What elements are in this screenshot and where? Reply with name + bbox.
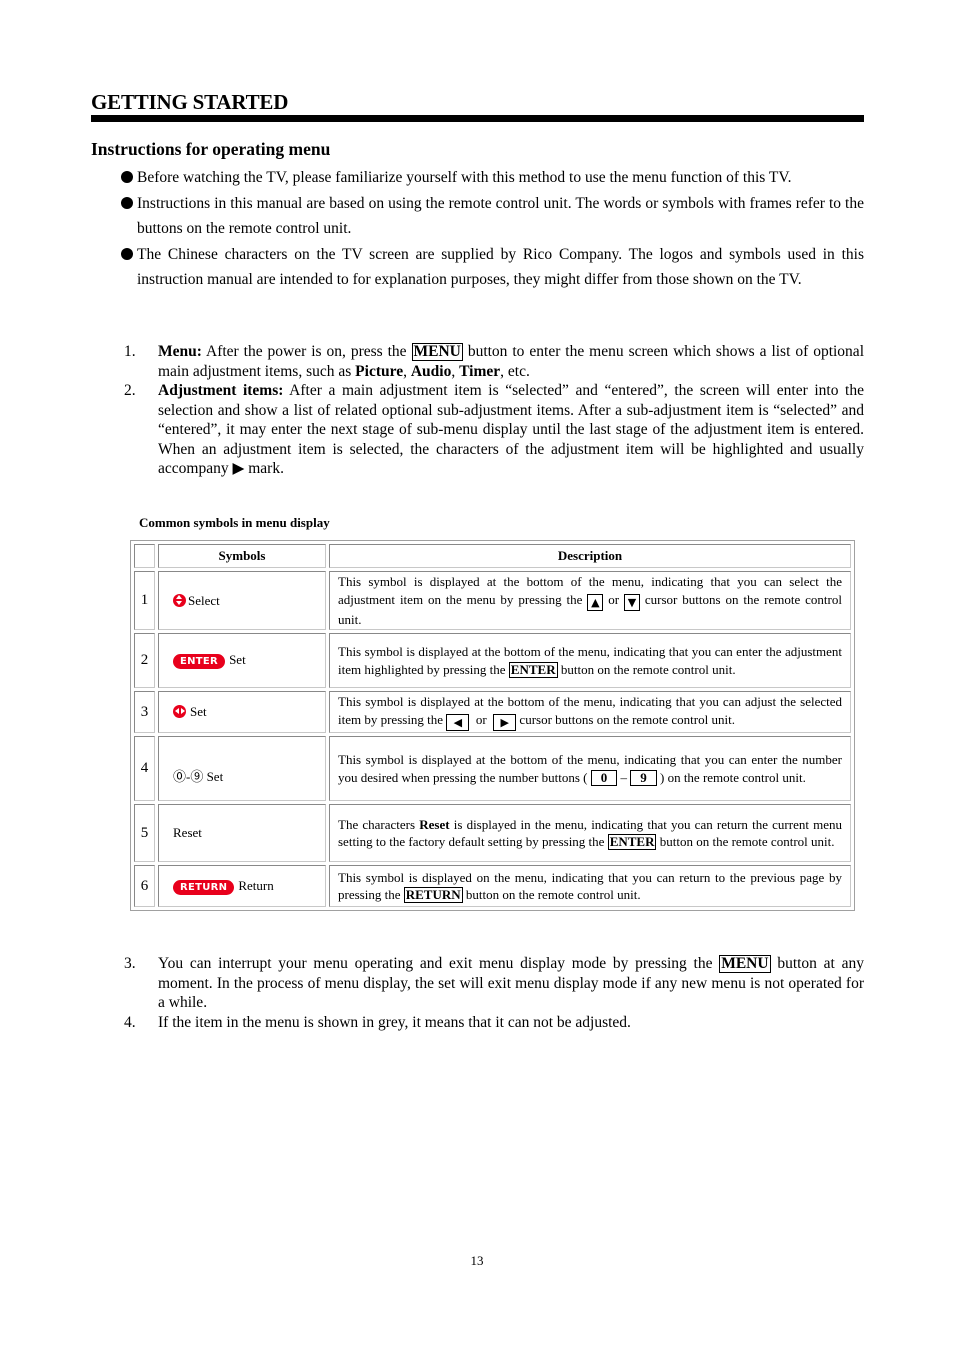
timer-label: Timer [459, 362, 501, 380]
down-arrow-key-icon: ▼ [624, 593, 640, 611]
item-text: After the power is on, press the [201, 343, 412, 360]
enter-key-label: ENTER [607, 834, 657, 850]
numbered-list-second: 3. You can interrupt your menu operating… [124, 954, 864, 1032]
item-text: If the item in the menu is shown in grey… [158, 1013, 631, 1031]
up-arrow-key-icon: ▲ [587, 593, 604, 611]
table-row: 6 RETURN Return This symbol is displayed … [134, 865, 851, 907]
section-heading: Instructions for operating menu [91, 139, 331, 159]
row-number: 6 [134, 865, 155, 907]
item-number: 2. [124, 382, 136, 399]
item-number: 3. [124, 955, 136, 972]
table-row: 3 Set This symbol is displayed at the bo… [134, 691, 851, 733]
title-rule [91, 115, 864, 122]
description-cell: This symbol is displayed at the bottom o… [329, 571, 851, 630]
desc-text: The characters [338, 816, 420, 832]
row-number: 5 [134, 804, 155, 862]
row-number: 1 [134, 571, 155, 630]
symbol-cell: ⓪-⑨ Set [158, 736, 326, 801]
table-row: 2 ENTER Set This symbol is displayed at t… [134, 633, 851, 688]
bullet-icon [121, 171, 133, 183]
symbol-cell: Reset [158, 804, 326, 862]
symbol-cell: Set [158, 691, 326, 733]
list-item-adjustment-items: 2. Adjustment items: After a main adjust… [124, 381, 864, 479]
description-cell: This symbol is displayed at the bottom o… [329, 736, 851, 801]
table-row: 5 Reset The characters Reset is displaye… [134, 804, 851, 862]
desc-text: or [603, 591, 624, 607]
bullet-text: Instructions in this manual are based on… [137, 194, 864, 238]
row-number: 2 [134, 633, 155, 688]
up-down-cursor-icon [173, 593, 186, 607]
description-cell: This symbol is displayed on the menu, in… [329, 865, 851, 907]
enter-button-icon: ENTER [173, 654, 226, 669]
left-arrow-key-icon: ◀ [446, 713, 470, 731]
list-item-exit-menu: 3. You can interrupt your menu operating… [124, 954, 864, 1013]
zero-key-label: 0 [590, 769, 618, 786]
bullet-item: The Chinese characters on the TV screen … [120, 242, 864, 293]
item-number: 4. [124, 1013, 136, 1031]
item-text: You can interrupt your menu operating an… [158, 955, 720, 972]
picture-label: Picture [355, 362, 404, 380]
desc-text: ) on the remote control unit. [656, 769, 806, 785]
item-number: 1. [124, 343, 136, 360]
symbols-table: Symbols Description 1 Select This symbol… [130, 540, 855, 911]
symbol-cell: Select [158, 571, 326, 630]
bullet-text: The Chinese characters on the TV screen … [137, 245, 864, 289]
row-number: 4 [134, 736, 155, 801]
row-number: 3 [134, 691, 155, 733]
page-number: 13 [470, 1253, 484, 1268]
symbol-cell: ENTER Set [158, 633, 326, 688]
bullet-icon [121, 196, 133, 209]
menu-key-label: MENU [719, 955, 771, 973]
separator: , [403, 362, 411, 380]
bullet-text: Before watching the TV, please familiari… [137, 169, 792, 186]
bullet-icon [121, 247, 133, 260]
symbol-label: Set [190, 704, 207, 719]
table-caption: Common symbols in menu display [139, 515, 330, 530]
symbol-label: Return [238, 877, 274, 893]
desc-text: – [617, 769, 631, 785]
list-item-grey-items: 4. If the item in the menu is shown in g… [124, 1013, 864, 1033]
symbol-label: Select [188, 592, 220, 608]
description-cell: This symbol is displayed at the bottom o… [329, 633, 851, 688]
audio-label: Audio [410, 362, 452, 380]
desc-text: button on the remote control unit. [656, 834, 835, 849]
description-cell: The characters Reset is displayed in the… [329, 804, 851, 862]
header-num [134, 544, 155, 568]
page-title: GETTING STARTED [91, 90, 289, 114]
desc-text: or [469, 711, 494, 727]
left-right-cursor-icon [173, 705, 186, 718]
separator: , [451, 362, 460, 380]
item-label: Menu: [158, 343, 202, 360]
bullet-item: Before watching the TV, please familiari… [120, 165, 864, 191]
desc-text: button on the remote control unit. [462, 887, 641, 902]
desc-text: cursor buttons on the remote control uni… [516, 711, 735, 727]
bullet-item: Instructions in this manual are based on… [120, 191, 864, 242]
return-key-label: RETURN [403, 887, 463, 903]
menu-key-label: MENU [411, 343, 463, 361]
symbol-label: Set [229, 652, 246, 667]
table-row: 4 ⓪-⑨ Set This symbol is displayed at th… [134, 736, 851, 801]
numbered-list-first: 1. Menu: After the power is on, press th… [124, 342, 864, 479]
enter-key-label: ENTER [508, 661, 558, 678]
table-header-row: Symbols Description [134, 544, 851, 568]
reset-label: Reset [419, 816, 450, 832]
bullet-list: Before watching the TV, please familiari… [120, 165, 864, 293]
right-arrow-key-icon: ▶ [493, 713, 517, 731]
symbol-label: Reset [173, 825, 202, 840]
symbol-cell: RETURN Return [158, 865, 326, 907]
return-button-icon: RETURN [173, 879, 235, 895]
item-label: Adjustment items: [158, 382, 284, 399]
desc-text: button on the remote control unit. [557, 661, 736, 677]
list-item-menu: 1. Menu: After the power is on, press th… [124, 342, 864, 381]
nine-key-label: 9 [630, 769, 657, 786]
number-keys-icon: ⓪-⑨ Set [173, 768, 224, 784]
header-description: Description [329, 544, 851, 568]
table-row: 1 Select This symbol is displayed at the… [134, 571, 851, 630]
item-text: , etc. [500, 362, 530, 380]
header-symbols: Symbols [158, 544, 326, 568]
description-cell: This symbol is displayed at the bottom o… [329, 691, 851, 733]
